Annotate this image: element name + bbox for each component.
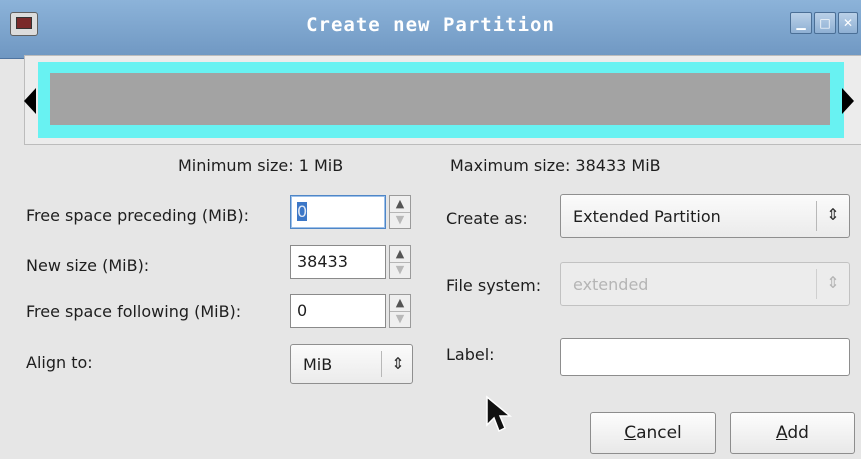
chevron-updown-icon: ⇕ <box>826 205 840 224</box>
file-system-value: extended <box>573 275 649 294</box>
cancel-label: ancel <box>636 423 682 443</box>
combo-separator <box>816 201 817 231</box>
maximum-size-label: Maximum size: 38433 MiB <box>450 156 661 175</box>
spin-down-icon[interactable]: ▼ <box>390 311 410 327</box>
maximize-button[interactable]: □ <box>814 12 836 34</box>
free-space-preceding-value: 0 <box>297 202 308 221</box>
add-button[interactable]: Add <box>730 412 855 454</box>
spin-up-icon[interactable]: ▲ <box>390 295 410 312</box>
free-space-following-stepper[interactable]: ▲ ▼ <box>389 294 411 328</box>
partition-label-input[interactable] <box>560 338 850 376</box>
partition-label-label: Label: <box>446 345 495 364</box>
combo-separator <box>381 351 382 377</box>
cancel-button[interactable]: Cancel <box>590 412 716 454</box>
cancel-mnemonic: C <box>624 423 637 443</box>
free-space-preceding-input[interactable]: 0 <box>290 195 386 229</box>
add-label: dd <box>787 423 809 443</box>
free-space-preceding-label: Free space preceding (MiB): <box>26 206 250 225</box>
spin-up-icon[interactable]: ▲ <box>390 246 410 263</box>
window-title: Create new Partition <box>306 14 555 36</box>
minimize-icon: ▁ <box>796 16 806 30</box>
create-as-select[interactable]: Extended Partition ⇕ <box>560 194 850 238</box>
free-space-following-value: 0 <box>297 301 308 320</box>
align-to-label: Align to: <box>26 353 93 372</box>
file-system-select: extended ⇕ <box>560 262 850 306</box>
mouse-cursor-icon <box>486 395 513 433</box>
spin-down-icon[interactable]: ▼ <box>390 262 410 278</box>
free-space-preceding-stepper[interactable]: ▲ ▼ <box>389 195 411 229</box>
minimum-size-label: Minimum size: 1 MiB <box>178 156 344 175</box>
minimize-button[interactable]: ▁ <box>790 12 812 34</box>
resize-right-handle-icon[interactable] <box>842 88 854 114</box>
new-size-value: 38433 <box>297 252 348 271</box>
close-button[interactable]: ✕ <box>838 12 858 34</box>
add-mnemonic: A <box>776 423 788 443</box>
align-to-value: MiB <box>303 355 333 374</box>
new-size-stepper[interactable]: ▲ ▼ <box>389 245 411 279</box>
resize-left-handle-icon[interactable] <box>24 88 36 114</box>
align-to-select[interactable]: MiB ⇕ <box>290 344 413 384</box>
file-system-label: File system: <box>446 276 542 295</box>
combo-separator <box>816 269 817 299</box>
create-as-label: Create as: <box>446 209 528 228</box>
chevron-updown-icon: ⇕ <box>826 273 840 292</box>
new-size-input[interactable]: 38433 <box>290 245 386 279</box>
maximize-icon: □ <box>819 16 831 30</box>
partition-fill <box>50 73 830 125</box>
free-space-following-input[interactable]: 0 <box>290 294 386 328</box>
close-icon: ✕ <box>842 16 854 30</box>
spin-up-icon[interactable]: ▲ <box>390 196 410 213</box>
spin-down-icon[interactable]: ▼ <box>390 212 410 228</box>
new-size-label: New size (MiB): <box>26 256 150 275</box>
free-space-following-label: Free space following (MiB): <box>26 302 242 321</box>
create-as-value: Extended Partition <box>573 207 721 226</box>
chevron-updown-icon: ⇕ <box>391 354 405 373</box>
